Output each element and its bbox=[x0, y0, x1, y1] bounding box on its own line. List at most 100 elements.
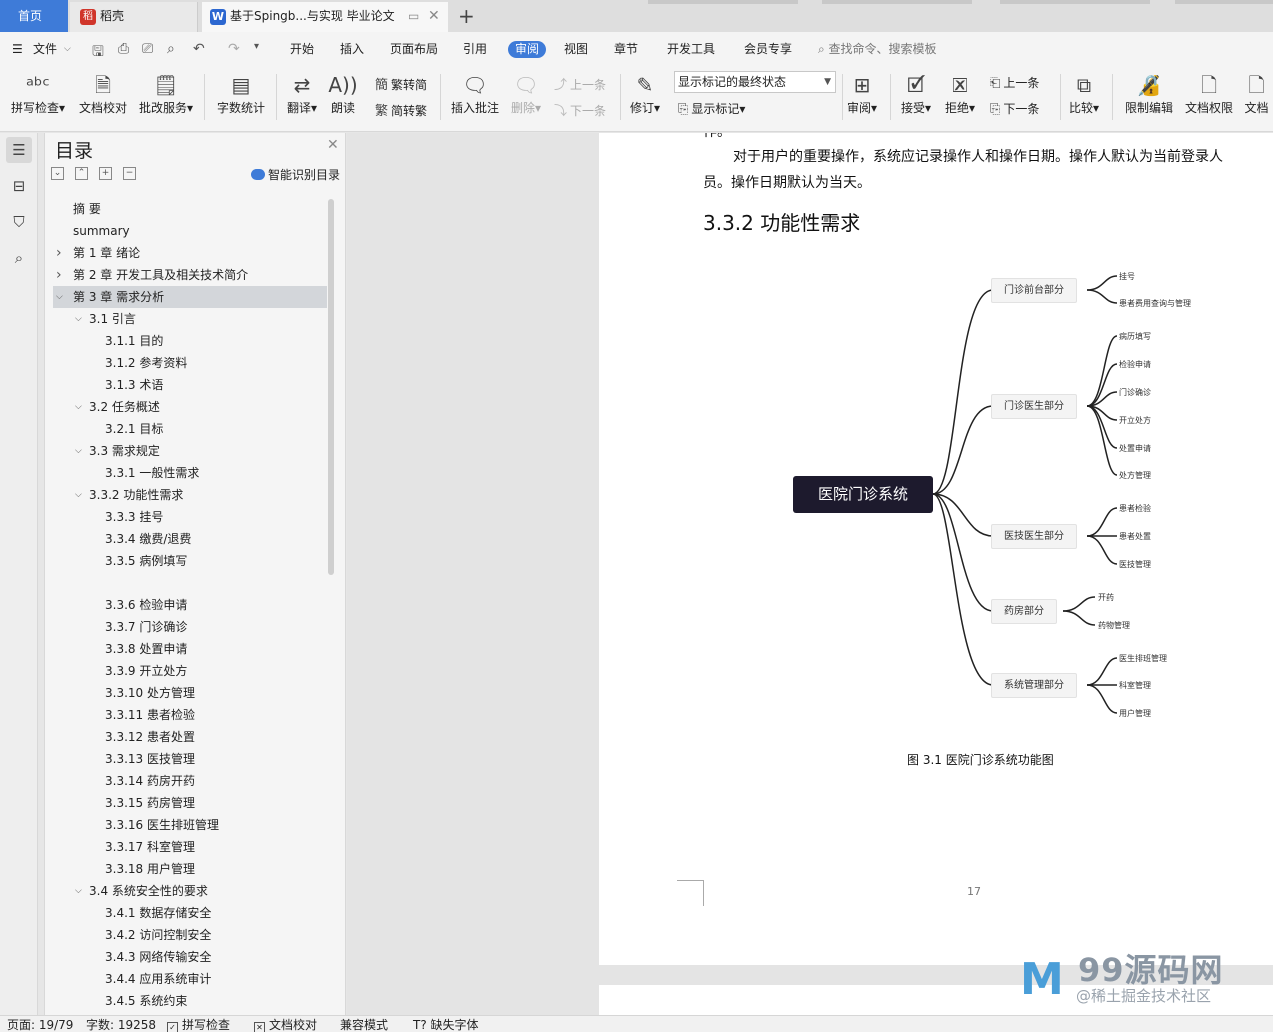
toc-item[interactable]: summary bbox=[53, 220, 327, 242]
toc-item[interactable]: 3.3.13 医技管理 bbox=[53, 748, 327, 770]
toc-item[interactable]: ⌵ 3.4 系统安全性的要求 bbox=[53, 880, 327, 902]
toc-item[interactable]: ⌵ 3.2 任务概述 bbox=[53, 396, 327, 418]
reject-button[interactable]: 🗷 拒绝▾ bbox=[942, 70, 978, 116]
toc-item[interactable]: 3.3.1 一般性需求 bbox=[53, 462, 327, 484]
translate-button[interactable]: ⇄ 翻译▾ bbox=[284, 70, 320, 116]
toc-item[interactable] bbox=[53, 572, 327, 594]
menu-references[interactable]: 引用 bbox=[463, 32, 487, 66]
tab-pin-icon[interactable]: ▭ bbox=[408, 2, 419, 30]
toc-scrollbar[interactable] bbox=[328, 199, 334, 575]
menu-member[interactable]: 会员专享 bbox=[744, 32, 792, 66]
tab-straw[interactable]: 稻 稻壳 bbox=[70, 2, 198, 32]
delete-comment-button[interactable]: 🗨 删除▾ bbox=[508, 70, 544, 116]
toc-item[interactable]: 3.4.3 网络传输安全 bbox=[53, 946, 327, 968]
outline-icon[interactable]: ⊟ bbox=[6, 173, 32, 199]
insert-comment-button[interactable]: 🗨 插入批注 bbox=[448, 70, 502, 116]
add-level-icon[interactable]: + bbox=[99, 167, 112, 180]
toc-item[interactable]: 3.2.1 目标 bbox=[53, 418, 327, 440]
chevron-down-icon[interactable]: ⌵ bbox=[75, 880, 82, 902]
toc-item[interactable]: 3.3.8 处置申请 bbox=[53, 638, 327, 660]
tab-document[interactable]: W 基于Spingb...与实现 毕业论文 ▭ ✕ bbox=[202, 2, 448, 32]
status-missing-font[interactable]: T? 缺失字体 bbox=[413, 1017, 479, 1032]
toc-item[interactable]: 3.1.3 术语 bbox=[53, 374, 327, 396]
tab-close-icon[interactable]: ✕ bbox=[428, 2, 440, 30]
toc-item[interactable]: 3.3.5 病例填写 bbox=[53, 550, 327, 572]
new-tab-icon[interactable]: + bbox=[458, 2, 475, 30]
toc-item[interactable]: 3.3.16 医生排班管理 bbox=[53, 814, 327, 836]
read-aloud-button[interactable]: A)) 朗读 bbox=[326, 70, 360, 116]
doc-permission-button[interactable]: 🗋 文档权限 bbox=[1182, 70, 1236, 116]
chevron-right-icon[interactable]: › bbox=[56, 242, 62, 264]
toc-item[interactable]: 3.4.2 访问控制安全 bbox=[53, 924, 327, 946]
menu-view[interactable]: 视图 bbox=[564, 32, 588, 66]
status-page[interactable]: 页面: 19/79 bbox=[7, 1017, 73, 1032]
menu-start[interactable]: 开始 bbox=[290, 32, 314, 66]
toc-item[interactable]: 3.3.17 科室管理 bbox=[53, 836, 327, 858]
toc-item[interactable]: 3.3.6 检验申请 bbox=[53, 594, 327, 616]
revise-button[interactable]: ✎ 修订▾ bbox=[626, 70, 664, 116]
search-icon[interactable]: ⌕ bbox=[6, 245, 32, 271]
smart-toc-button[interactable]: 智能识别目录 bbox=[251, 166, 340, 183]
show-markup-button[interactable]: ⎘ 显示标记▾ bbox=[678, 100, 745, 117]
toc-item[interactable]: 3.3.7 门诊确诊 bbox=[53, 616, 327, 638]
expand-all-icon[interactable]: ⌄ bbox=[51, 167, 64, 180]
markup-state-select[interactable]: 显示标记的最终状态 ▼ bbox=[674, 71, 836, 93]
export-pdf-icon[interactable]: ⎙ bbox=[118, 41, 129, 57]
review-pane-button[interactable]: ⊞ 审阅▾ bbox=[844, 70, 880, 116]
toc-item[interactable]: 3.4.5 系统约束 bbox=[53, 990, 327, 1012]
toc-item[interactable]: 摘 要 bbox=[53, 198, 327, 220]
word-count-button[interactable]: ▤ 字数统计 bbox=[214, 70, 268, 116]
toc-item[interactable]: 3.3.3 挂号 bbox=[53, 506, 327, 528]
toc-item[interactable]: 3.1.1 目的 bbox=[53, 330, 327, 352]
menu-insert[interactable]: 插入 bbox=[340, 32, 364, 66]
save-icon[interactable]: 🖫 bbox=[92, 41, 104, 65]
toc-item[interactable]: 3.3.14 药房开药 bbox=[53, 770, 327, 792]
toc-item[interactable]: 3.3.11 患者检验 bbox=[53, 704, 327, 726]
prev-comment-button[interactable]: ⤴ 上一条 bbox=[554, 74, 606, 93]
toc-item[interactable]: ⌵ 3.3 需求规定 bbox=[53, 440, 327, 462]
print-icon[interactable]: ⎚ bbox=[142, 41, 153, 57]
chevron-down-icon[interactable]: ⌵ bbox=[64, 32, 71, 66]
chevron-right-icon[interactable]: › bbox=[56, 264, 62, 286]
close-icon[interactable]: ✕ bbox=[327, 137, 339, 153]
remove-level-icon[interactable]: − bbox=[123, 167, 136, 180]
bookmark-icon[interactable]: ⛉ bbox=[6, 209, 32, 235]
toc-item[interactable]: ⌵ 第 3 章 需求分析 bbox=[53, 286, 327, 308]
toc-item[interactable]: 3.1.2 参考资料 bbox=[53, 352, 327, 374]
menu-developer[interactable]: 开发工具 bbox=[667, 32, 715, 66]
next-change-button[interactable]: ⎘ 下一条 bbox=[990, 100, 1039, 117]
menu-section[interactable]: 章节 bbox=[614, 32, 638, 66]
quick-access-more-icon[interactable]: ▾ bbox=[254, 41, 259, 52]
toc-item[interactable]: ⌵ 3.1 引言 bbox=[53, 308, 327, 330]
toc-item[interactable]: 3.4.1 数据存储安全 bbox=[53, 902, 327, 924]
simp-to-trad-button[interactable]: 繁简转繁 bbox=[375, 100, 427, 119]
toc-item[interactable]: › 第 1 章 绪论 bbox=[53, 242, 327, 264]
compare-button[interactable]: ⧉ 比较▾ bbox=[1066, 70, 1102, 116]
print-preview-icon[interactable]: ⌕ bbox=[167, 41, 175, 57]
chevron-down-icon[interactable]: ⌵ bbox=[75, 440, 82, 462]
toc-item[interactable]: ⌵ 3.3.2 功能性需求 bbox=[53, 484, 327, 506]
accept-button[interactable]: 🗹 接受▾ bbox=[898, 70, 934, 116]
command-search[interactable]: ⌕ 查找命令、搜索模板 bbox=[818, 32, 937, 66]
chevron-down-icon[interactable]: ⌵ bbox=[75, 396, 82, 418]
collapse-all-icon[interactable]: ⌃ bbox=[75, 167, 88, 180]
toc-panel-icon[interactable]: ☰ bbox=[6, 137, 32, 163]
toc-item[interactable]: 3.4.4 应用系统审计 bbox=[53, 968, 327, 990]
chevron-down-icon[interactable]: ⌵ bbox=[75, 308, 82, 330]
tab-home[interactable]: 首页 bbox=[0, 0, 68, 32]
undo-icon[interactable]: ↶ bbox=[193, 41, 205, 57]
revise-service-button[interactable]: 🗒 批改服务▾ bbox=[136, 70, 196, 116]
trad-to-simp-button[interactable]: 簡繁转简 bbox=[375, 74, 427, 93]
spell-check-button[interactable]: ᵃᵇᶜ 拼写检查▾ bbox=[8, 70, 68, 116]
toc-item[interactable]: 3.3.9 开立处方 bbox=[53, 660, 327, 682]
toc-item[interactable]: 3.3.10 处方管理 bbox=[53, 682, 327, 704]
menu-file[interactable]: 文件 bbox=[33, 32, 57, 66]
chevron-down-icon[interactable]: ⌵ bbox=[56, 286, 63, 308]
toc-item[interactable]: 3.3.12 患者处置 bbox=[53, 726, 327, 748]
menu-page-layout[interactable]: 页面布局 bbox=[390, 32, 438, 66]
status-doc-check[interactable]: ✕ 文档校对 bbox=[254, 1017, 317, 1032]
status-words[interactable]: 字数: 19258 bbox=[86, 1017, 156, 1032]
chevron-down-icon[interactable]: ⌵ bbox=[75, 484, 82, 506]
toc-item[interactable]: 3.3.4 缴费/退费 bbox=[53, 528, 327, 550]
prev-change-button[interactable]: ⎗ 上一条 bbox=[990, 74, 1039, 91]
